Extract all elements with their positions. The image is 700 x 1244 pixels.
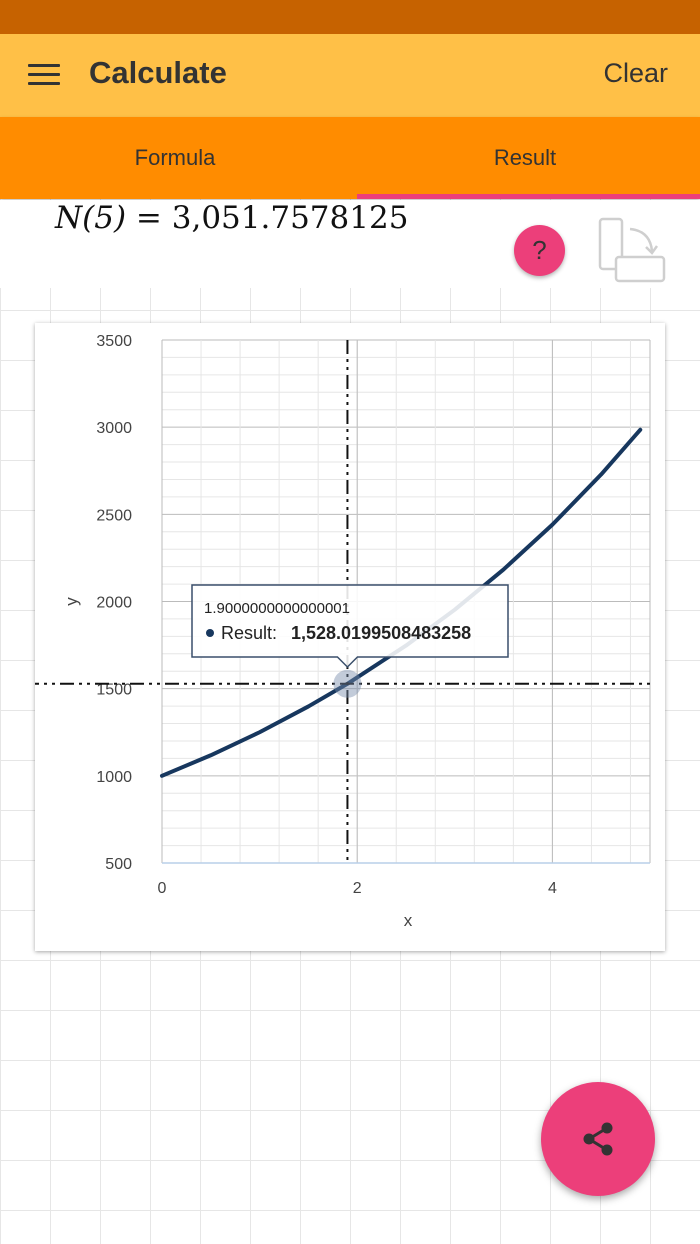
hover-point-halo	[333, 669, 362, 698]
y-tick-label: 3000	[96, 420, 132, 437]
chart-card: 500 1000 1500 2000 2500 3000 3500 0 2 4 x y 1.900000…	[35, 323, 665, 951]
tab-formula[interactable]: Formula	[0, 117, 350, 199]
x-axis-label: x	[404, 911, 413, 930]
result-equals: =	[135, 200, 162, 236]
x-tick-label: 0	[158, 880, 167, 897]
result-lhs: N(5)	[55, 200, 127, 236]
tab-bar: Formula Result	[0, 117, 700, 199]
tooltip-series-marker	[206, 629, 214, 637]
clear-button[interactable]: Clear	[603, 58, 668, 89]
menu-icon[interactable]	[28, 64, 60, 86]
y-tick-label: 2000	[96, 595, 132, 612]
tooltip-value: 1,528.0199508483258	[291, 623, 471, 643]
page-title: Calculate	[89, 55, 227, 90]
y-axis-label: y	[62, 597, 81, 606]
status-bar	[0, 0, 700, 34]
y-tick-label: 3500	[96, 333, 132, 350]
y-tick-label: 500	[105, 856, 132, 873]
share-button[interactable]	[541, 1082, 655, 1196]
x-tick-label: 2	[353, 880, 362, 897]
tab-selected-indicator	[357, 194, 700, 199]
result-value: 3,051.7578125	[171, 200, 409, 236]
x-tick-label: 4	[548, 880, 557, 897]
result-chart[interactable]: 5001000150020002500300035000 2 4xy 1.900000…	[35, 323, 665, 951]
y-tick-label: 1000	[96, 769, 132, 786]
result-formula: N(5) = 3,051.7578125	[55, 200, 408, 236]
tooltip-series-name: Result:	[221, 623, 277, 643]
chart-tooltip: 1.9000000000000001 Result: 1,528.019950848…	[191, 584, 509, 669]
share-icon	[583, 1122, 613, 1156]
y-tick-label: 2500	[96, 507, 132, 524]
tooltip-x-label: 1.9000000000000001	[204, 600, 350, 617]
tab-result[interactable]: Result	[350, 117, 700, 199]
rotate-screen-icon[interactable]	[594, 215, 670, 287]
help-button[interactable]: ?	[514, 225, 565, 276]
